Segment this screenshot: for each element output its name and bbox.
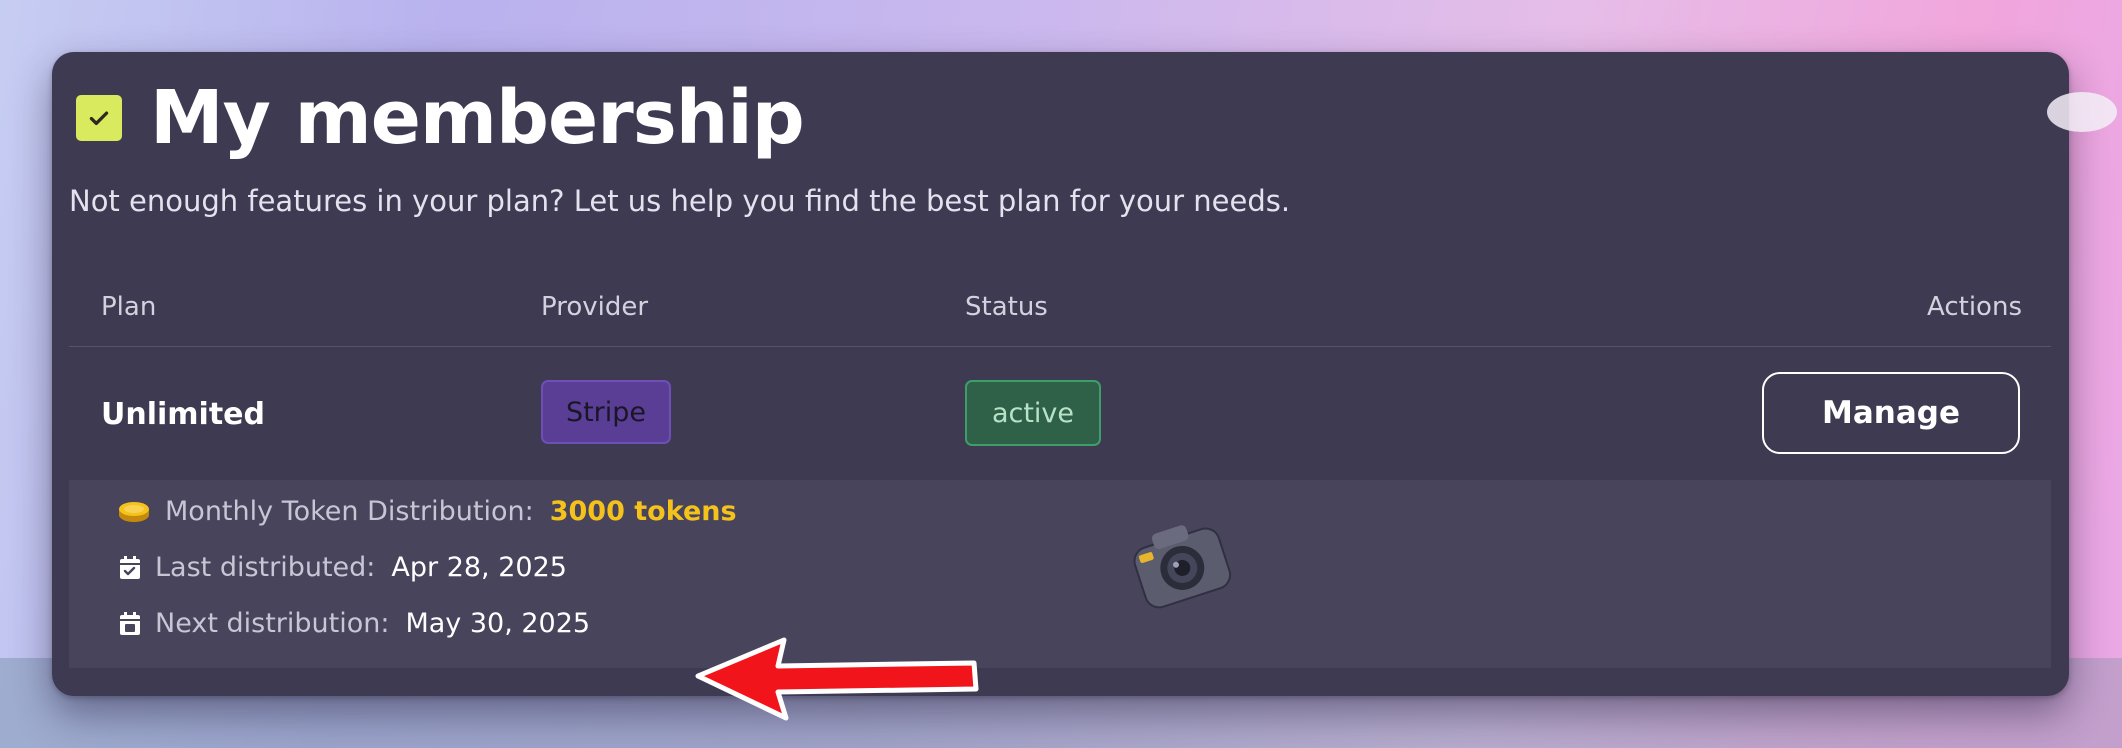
column-header-status: Status bbox=[965, 292, 1048, 322]
title-row: My membership bbox=[76, 68, 805, 168]
next-distribution-label: Next distribution: bbox=[155, 608, 390, 639]
last-distributed-row: Last distributed: Apr 28, 2025 bbox=[119, 552, 567, 583]
column-header-actions: Actions bbox=[1927, 292, 2022, 322]
red-arrow-icon bbox=[692, 632, 982, 726]
last-distributed-date: Apr 28, 2025 bbox=[391, 552, 567, 583]
last-distributed-label: Last distributed: bbox=[155, 552, 376, 583]
membership-details-panel: Monthly Token Distribution: 3000 tokens … bbox=[69, 480, 2051, 668]
calendar-date-icon bbox=[119, 611, 141, 636]
decorative-blob bbox=[2047, 92, 2117, 132]
page-title: My membership bbox=[150, 75, 805, 161]
plan-name: Unlimited bbox=[101, 397, 265, 432]
checkbox-icon bbox=[76, 95, 122, 141]
token-distribution-label: Monthly Token Distribution: bbox=[165, 496, 534, 527]
coin-stack-icon bbox=[117, 500, 151, 524]
provider-badge: Stripe bbox=[541, 380, 671, 444]
column-header-plan: Plan bbox=[101, 292, 157, 322]
page-subtitle: Not enough features in your plan? Let us… bbox=[69, 184, 1291, 218]
token-distribution-value: 3000 tokens bbox=[549, 496, 737, 527]
token-distribution-row: Monthly Token Distribution: 3000 tokens bbox=[117, 496, 737, 527]
manage-button[interactable]: Manage bbox=[1762, 372, 2020, 454]
membership-card: My membership Not enough features in you… bbox=[52, 52, 2117, 721]
table-divider bbox=[69, 346, 2051, 347]
status-badge: active bbox=[965, 380, 1101, 446]
column-header-provider: Provider bbox=[541, 292, 649, 322]
next-distribution-date: May 30, 2025 bbox=[405, 608, 591, 639]
calendar-check-icon bbox=[119, 555, 141, 580]
camera-icon bbox=[1122, 507, 1242, 631]
next-distribution-row: Next distribution: May 30, 2025 bbox=[119, 608, 590, 639]
